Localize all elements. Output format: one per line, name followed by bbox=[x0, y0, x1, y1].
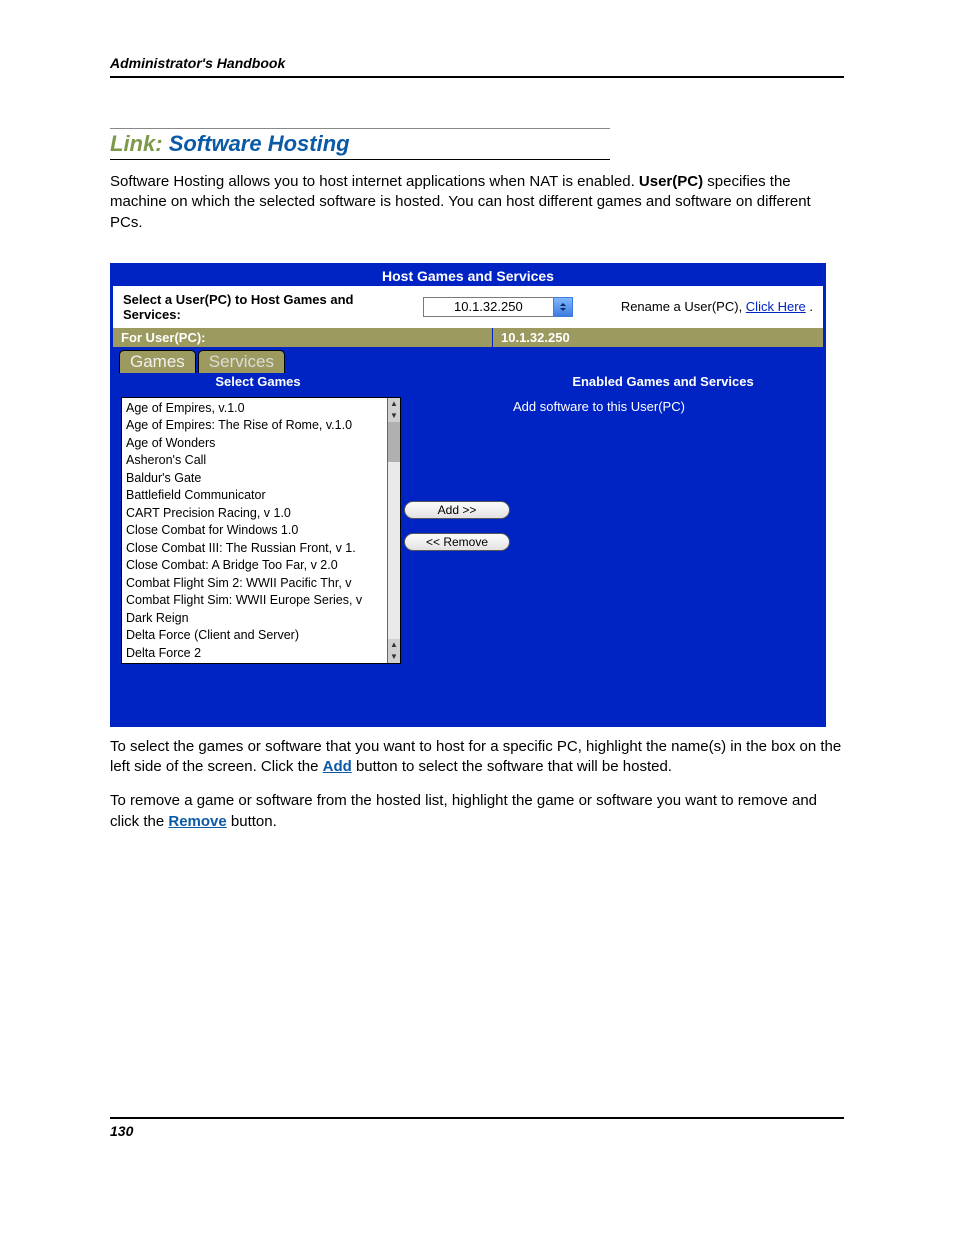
heading-prefix: Link: bbox=[110, 131, 163, 156]
tab-games[interactable]: Games bbox=[119, 350, 196, 373]
list-item[interactable]: Age of Wonders bbox=[126, 435, 387, 453]
games-listbox[interactable]: Age of Empires, v.1.0Age of Empires: The… bbox=[121, 397, 401, 664]
enabled-placeholder: Add software to this User(PC) bbox=[513, 399, 685, 414]
col-header-select-games: Select Games bbox=[113, 372, 403, 391]
list-item[interactable]: Age of Empires: The Rise of Rome, v.1.0 bbox=[126, 417, 387, 435]
list-item[interactable]: Dark Reign bbox=[126, 610, 387, 628]
scroll-thumb[interactable] bbox=[388, 422, 400, 462]
list-item[interactable]: Delta Force 2 bbox=[126, 645, 387, 663]
remove-label-inline: Remove bbox=[168, 813, 226, 830]
heading-title: Software Hosting bbox=[169, 131, 350, 156]
page-number: 130 bbox=[110, 1123, 133, 1139]
select-user-row: Select a User(PC) to Host Games and Serv… bbox=[113, 286, 823, 328]
list-item[interactable]: Close Combat III: The Russian Front, v 1… bbox=[126, 540, 387, 558]
remove-button[interactable]: << Remove bbox=[404, 533, 510, 551]
column-headers: Select Games Enabled Games and Services bbox=[113, 372, 823, 391]
scroll-up-icon[interactable]: ▲ bbox=[388, 398, 400, 410]
add-label-inline: Add bbox=[323, 758, 352, 775]
list-item[interactable]: Combat Flight Sim: WWII Europe Series, v bbox=[126, 592, 387, 610]
list-item[interactable]: Age of Empires, v.1.0 bbox=[126, 400, 387, 418]
dropdown-arrows-icon[interactable] bbox=[553, 297, 573, 317]
intro-paragraph: Software Hosting allows you to host inte… bbox=[110, 172, 844, 233]
rename-user-text: Rename a User(PC), Click Here . bbox=[621, 299, 813, 315]
select-user-label: Select a User(PC) to Host Games and Serv… bbox=[123, 292, 413, 322]
list-item[interactable]: Baldur's Gate bbox=[126, 470, 387, 488]
header-title: Administrator's Handbook bbox=[110, 55, 285, 71]
list-item[interactable]: Close Combat for Windows 1.0 bbox=[126, 522, 387, 540]
user-ip-value: 10.1.32.250 bbox=[423, 297, 553, 317]
scroll-down2-icon[interactable]: ▼ bbox=[388, 651, 400, 663]
scroll-down-icon[interactable]: ▼ bbox=[388, 410, 400, 422]
section-heading-rule: Link: Software Hosting bbox=[110, 128, 610, 160]
tabs-row: Games Services bbox=[113, 347, 823, 372]
col-header-enabled: Enabled Games and Services bbox=[503, 372, 823, 391]
host-games-panel: Host Games and Services Select a User(PC… bbox=[110, 263, 826, 727]
scroll-up2-icon[interactable]: ▲ bbox=[388, 639, 400, 651]
list-item[interactable]: Asheron's Call bbox=[126, 452, 387, 470]
tab-services[interactable]: Services bbox=[198, 350, 285, 373]
for-user-label: For User(PC): bbox=[113, 328, 493, 347]
page-header: Administrator's Handbook bbox=[110, 55, 844, 78]
user-ip-select[interactable]: 10.1.32.250 bbox=[423, 297, 573, 317]
rename-user-link[interactable]: Click Here bbox=[746, 299, 806, 314]
list-item[interactable]: Combat Flight Sim 2: WWII Pacific Thr, v bbox=[126, 575, 387, 593]
list-item[interactable]: Battlefield Communicator bbox=[126, 487, 387, 505]
listbox-scrollbar[interactable]: ▲ ▼ ▲ ▼ bbox=[387, 398, 400, 663]
add-button[interactable]: Add >> bbox=[404, 501, 510, 519]
list-item[interactable]: CART Precision Racing, v 1.0 bbox=[126, 505, 387, 523]
list-item[interactable]: Close Combat: A Bridge Too Far, v 2.0 bbox=[126, 557, 387, 575]
page-footer: 130 bbox=[110, 1117, 844, 1139]
intro-part1: Software Hosting allows you to host inte… bbox=[110, 173, 639, 190]
list-item[interactable]: Delta Force (Client and Server) bbox=[126, 627, 387, 645]
intro-bold: User(PC) bbox=[639, 173, 703, 190]
instructions-add: To select the games or software that you… bbox=[110, 737, 844, 778]
main-area: Age of Empires, v.1.0Age of Empires: The… bbox=[113, 391, 823, 724]
add-remove-buttons: Add >> << Remove bbox=[409, 397, 505, 551]
panel-title: Host Games and Services bbox=[113, 266, 823, 286]
enabled-list: Add software to this User(PC) bbox=[513, 397, 815, 414]
for-user-value: 10.1.32.250 bbox=[493, 328, 823, 347]
for-user-row: For User(PC): 10.1.32.250 bbox=[113, 328, 823, 347]
instructions-remove: To remove a game or software from the ho… bbox=[110, 791, 844, 832]
